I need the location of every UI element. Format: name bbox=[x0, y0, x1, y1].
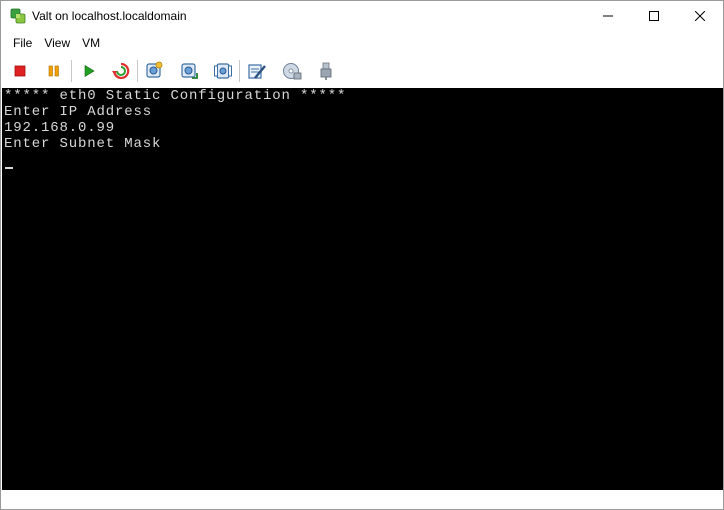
toolbar bbox=[1, 55, 723, 87]
maximize-button[interactable] bbox=[631, 1, 677, 31]
snapshot-icon bbox=[144, 61, 164, 81]
revert-snapshot-icon bbox=[179, 61, 199, 81]
revert-snapshot-button[interactable] bbox=[177, 59, 201, 83]
menu-vm[interactable]: VM bbox=[76, 34, 106, 52]
menu-file[interactable]: File bbox=[7, 34, 38, 52]
cd-dvd-button[interactable] bbox=[280, 59, 304, 83]
cd-icon bbox=[282, 61, 302, 81]
text-cursor bbox=[5, 167, 13, 169]
console-line: Enter IP Address bbox=[4, 104, 153, 120]
stop-icon bbox=[13, 64, 27, 78]
snapshot-manager-button[interactable] bbox=[211, 59, 235, 83]
window-title: Valt on localhost.localdomain bbox=[32, 9, 187, 23]
vm-console-window: Valt on localhost.localdomain File View … bbox=[0, 0, 724, 510]
menu-bar: File View VM bbox=[1, 32, 723, 54]
snapshot-button[interactable] bbox=[142, 59, 166, 83]
minimize-icon bbox=[603, 11, 613, 21]
reset-icon bbox=[112, 62, 130, 80]
console-line: 192.168.0.99 bbox=[4, 120, 116, 136]
toolbar-separator bbox=[239, 60, 240, 82]
power-on-button[interactable] bbox=[77, 59, 101, 83]
vmware-app-icon bbox=[10, 8, 26, 24]
title-bar[interactable]: Valt on localhost.localdomain bbox=[1, 1, 723, 31]
maximize-icon bbox=[649, 11, 659, 21]
close-icon bbox=[695, 11, 705, 21]
minimize-button[interactable] bbox=[585, 1, 631, 31]
suspend-button[interactable] bbox=[42, 59, 66, 83]
edit-settings-button[interactable] bbox=[245, 59, 269, 83]
pause-icon bbox=[47, 64, 61, 78]
reset-button[interactable] bbox=[109, 59, 133, 83]
toolbar-separator bbox=[137, 60, 138, 82]
toolbar-separator bbox=[71, 60, 72, 82]
power-off-button[interactable] bbox=[8, 59, 32, 83]
usb-button[interactable] bbox=[314, 59, 338, 83]
console-line: ***** eth0 Static Configuration ***** bbox=[4, 88, 347, 104]
edit-settings-icon bbox=[247, 61, 267, 81]
menu-view[interactable]: View bbox=[38, 34, 76, 52]
close-button[interactable] bbox=[677, 1, 723, 31]
play-icon bbox=[82, 64, 96, 78]
snapshot-manager-icon bbox=[213, 61, 233, 81]
console-line: Enter Subnet Mask bbox=[4, 136, 162, 152]
vm-console-screen[interactable]: ***** eth0 Static Configuration ***** En… bbox=[2, 88, 723, 490]
usb-icon bbox=[316, 61, 336, 81]
